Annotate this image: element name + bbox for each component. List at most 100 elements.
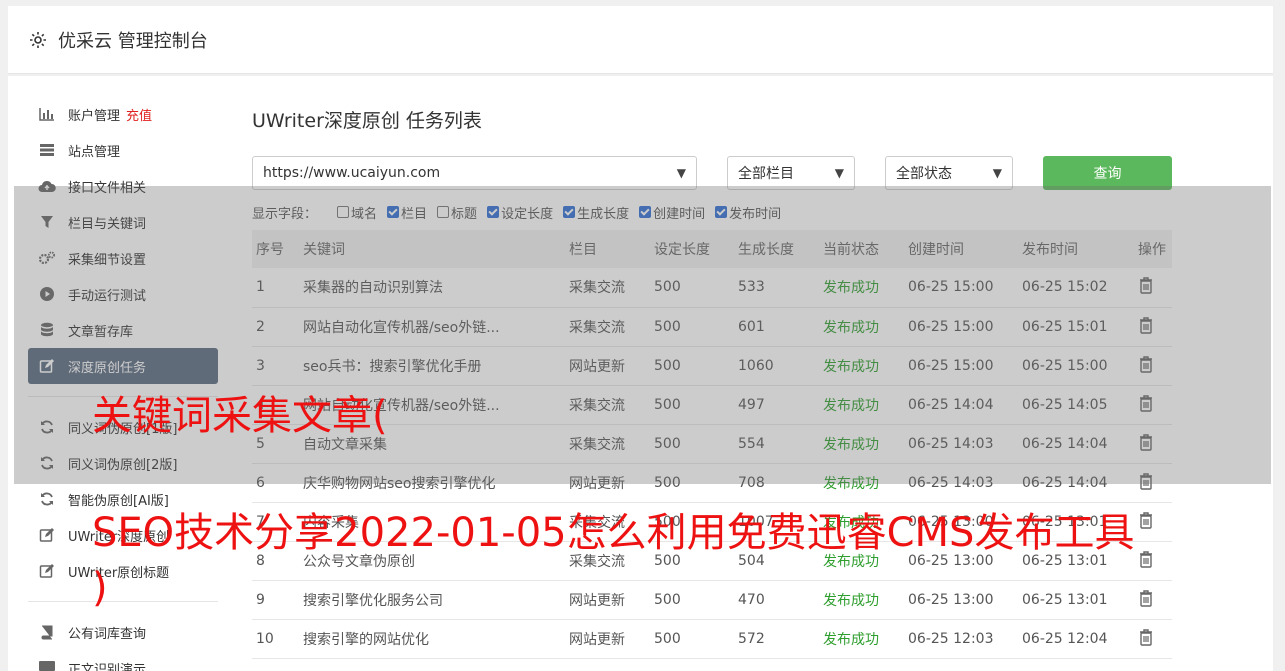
sidebar-item-8[interactable]: 深度原创任务: [28, 348, 218, 384]
sidebar-item-14[interactable]: 公有词库查询: [28, 614, 218, 650]
delete-button[interactable]: [1134, 502, 1172, 542]
trash-icon[interactable]: [1138, 511, 1154, 533]
refresh-icon: [38, 418, 56, 436]
checkbox-icon[interactable]: [715, 206, 728, 218]
sidebar-item-label: 栏目与关键词: [68, 216, 147, 232]
table-cell: 06-25 15:00: [1018, 346, 1134, 386]
field-checkbox-4[interactable]: 设定长度: [487, 203, 553, 222]
table-cell: 06-25 15:00: [904, 346, 1018, 386]
column-header: 设定长度: [650, 230, 734, 268]
checkbox-icon[interactable]: [563, 206, 576, 218]
main-content: UWriter深度原创 任务列表 https://www.ucaiyun.com…: [252, 96, 1182, 659]
table-cell: 500: [650, 385, 734, 425]
sidebar-item-label: 站点管理: [68, 144, 121, 160]
table-cell: 470: [734, 580, 819, 620]
checkbox-icon[interactable]: [437, 206, 450, 218]
table-cell: 发布成功: [819, 619, 904, 659]
trash-icon[interactable]: [1138, 316, 1154, 338]
column-header: 创建时间: [904, 230, 1018, 268]
table-cell: 500: [650, 268, 734, 308]
sidebar-item-3[interactable]: 接口文件相关: [28, 168, 218, 204]
sidebar-item-6[interactable]: 手动运行测试: [28, 276, 218, 312]
table-cell: 554: [734, 424, 819, 464]
refresh-icon: [38, 490, 56, 508]
checkbox-icon[interactable]: [387, 206, 400, 218]
sidebar-item-5[interactable]: 采集细节设置: [28, 240, 218, 276]
site-select[interactable]: https://www.ucaiyun.com ▼: [252, 156, 697, 190]
delete-button[interactable]: [1134, 580, 1172, 620]
sidebar-item-2[interactable]: 站点管理: [28, 132, 218, 168]
sidebar-item-label: 公有词库查询: [68, 626, 147, 642]
checkbox-icon[interactable]: [487, 206, 500, 218]
trash-icon[interactable]: [1138, 355, 1154, 377]
sidebar-item-label: UWriter原创标题: [68, 565, 170, 581]
sidebar-item-13[interactable]: UWriter原创标题: [28, 553, 218, 589]
delete-button[interactable]: [1134, 424, 1172, 464]
table-cell: 601: [734, 307, 819, 347]
filter-bar: https://www.ucaiyun.com ▼ 全部栏目 ▼ 全部状态 ▼ 查询: [252, 156, 1182, 200]
refresh-icon: [38, 454, 56, 472]
query-button[interactable]: 查询: [1043, 156, 1172, 190]
field-checkbox-2[interactable]: 栏目: [387, 203, 427, 222]
cloud-upload-icon: [38, 177, 56, 195]
watermark-line-2: SEO技术分享2022-01-05怎么利用免费迅睿CMS发布工具: [92, 510, 1135, 556]
delete-button[interactable]: [1134, 307, 1172, 347]
monitor-icon: [38, 659, 56, 671]
table-cell: 06-25 13:01: [1018, 580, 1134, 620]
delete-button[interactable]: [1134, 268, 1172, 308]
table-cell: 发布成功: [819, 346, 904, 386]
table-cell: 500: [650, 346, 734, 386]
checkbox-icon[interactable]: [337, 206, 350, 218]
status-select[interactable]: 全部状态 ▼: [885, 156, 1013, 190]
table-cell: 采集交流: [565, 424, 650, 464]
field-checkbox-6[interactable]: 创建时间: [639, 203, 705, 222]
delete-button[interactable]: [1134, 619, 1172, 659]
chevron-down-icon: ▼: [992, 166, 1002, 180]
trash-icon[interactable]: [1138, 277, 1154, 298]
delete-button[interactable]: [1134, 385, 1172, 425]
trash-icon[interactable]: [1138, 589, 1154, 611]
trash-icon[interactable]: [1138, 628, 1154, 650]
recharge-link[interactable]: 充值: [126, 105, 152, 124]
field-checkbox-label: 标题: [451, 206, 478, 222]
table-cell: 06-25 13:00: [904, 580, 1018, 620]
trash-icon[interactable]: [1138, 433, 1154, 455]
table-cell: 网站更新: [565, 580, 650, 620]
table-cell: 搜索引擎的网站优化: [299, 619, 565, 659]
trash-icon[interactable]: [1138, 550, 1154, 572]
sidebar-item-15[interactable]: 正文识别演示: [28, 650, 218, 671]
trash-icon[interactable]: [1138, 394, 1154, 416]
table-cell: 497: [734, 385, 819, 425]
delete-button[interactable]: [1134, 463, 1172, 503]
sidebar-item-7[interactable]: 文章暂存库: [28, 312, 218, 348]
sidebar-item-label: 深度原创任务: [68, 360, 147, 376]
field-checkbox-label: 域名: [351, 206, 378, 222]
server-icon: [38, 141, 56, 159]
table-cell: 网站更新: [565, 346, 650, 386]
field-checkbox-1[interactable]: 域名: [337, 203, 377, 222]
sidebar-item-label: 采集细节设置: [68, 252, 147, 268]
field-checkbox-label: 发布时间: [729, 206, 782, 222]
field-checkbox-5[interactable]: 生成长度: [563, 203, 629, 222]
table-cell: 533: [734, 268, 819, 308]
table-cell: 网站自动化宣传机器/seo外链...: [299, 307, 565, 347]
sidebar-item-1[interactable]: 账户管理 充值: [28, 96, 218, 132]
sidebar-item-label: 同义词伪原创[2版]: [68, 457, 178, 473]
delete-button[interactable]: [1134, 541, 1172, 581]
trash-icon[interactable]: [1138, 472, 1154, 494]
book-icon: [38, 623, 56, 641]
field-checkbox-3[interactable]: 标题: [437, 203, 477, 222]
column-select[interactable]: 全部栏目 ▼: [727, 156, 855, 190]
checkbox-icon[interactable]: [639, 206, 652, 218]
table-header: 序号 关键词 栏目 设定长度 生成长度 当前状态 创建时间 发布时间 操作: [252, 230, 1172, 268]
status-select-value: 全部状态: [896, 166, 952, 182]
sidebar-item-10[interactable]: 同义词伪原创[2版]: [28, 445, 218, 481]
field-checkbox-7[interactable]: 发布时间: [715, 203, 781, 222]
sidebar-item-4[interactable]: 栏目与关键词: [28, 204, 218, 240]
delete-button[interactable]: [1134, 346, 1172, 386]
table-cell: 06-25 14:03: [904, 424, 1018, 464]
table-row: 1 采集器的自动识别算法 采集交流 500 533 发布成功 06-25 15:00 06-2…: [252, 268, 1172, 308]
table-cell: 1060: [734, 346, 819, 386]
table-cell: 采集器的自动识别算法: [299, 268, 565, 308]
watermark-line-3: ): [92, 565, 108, 611]
